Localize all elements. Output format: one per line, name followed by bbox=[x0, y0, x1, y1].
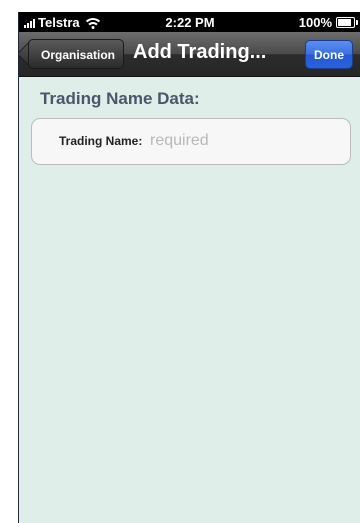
section-header: Trading Name Data: bbox=[40, 89, 200, 108]
done-button[interactable]: Done bbox=[305, 40, 353, 69]
form-group: Trading Name: bbox=[31, 118, 351, 165]
battery-level bbox=[338, 19, 351, 26]
page-title: Add Trading... bbox=[133, 41, 267, 63]
battery-tip bbox=[356, 20, 358, 25]
back-button[interactable]: Organisation bbox=[28, 39, 125, 69]
trading-name-input[interactable] bbox=[150, 128, 340, 154]
navigation-bar: Organisation Add Trading... Done bbox=[19, 32, 360, 77]
status-right: 100% bbox=[298, 15, 358, 30]
battery-percent: 100% bbox=[298, 15, 332, 30]
phone-screen: Telstra 2:22 PM 100% Organisation Add Tr… bbox=[18, 12, 360, 523]
status-bar: Telstra 2:22 PM 100% bbox=[19, 12, 360, 32]
trading-name-label: Trading Name: bbox=[59, 134, 143, 148]
battery-icon bbox=[336, 17, 358, 28]
